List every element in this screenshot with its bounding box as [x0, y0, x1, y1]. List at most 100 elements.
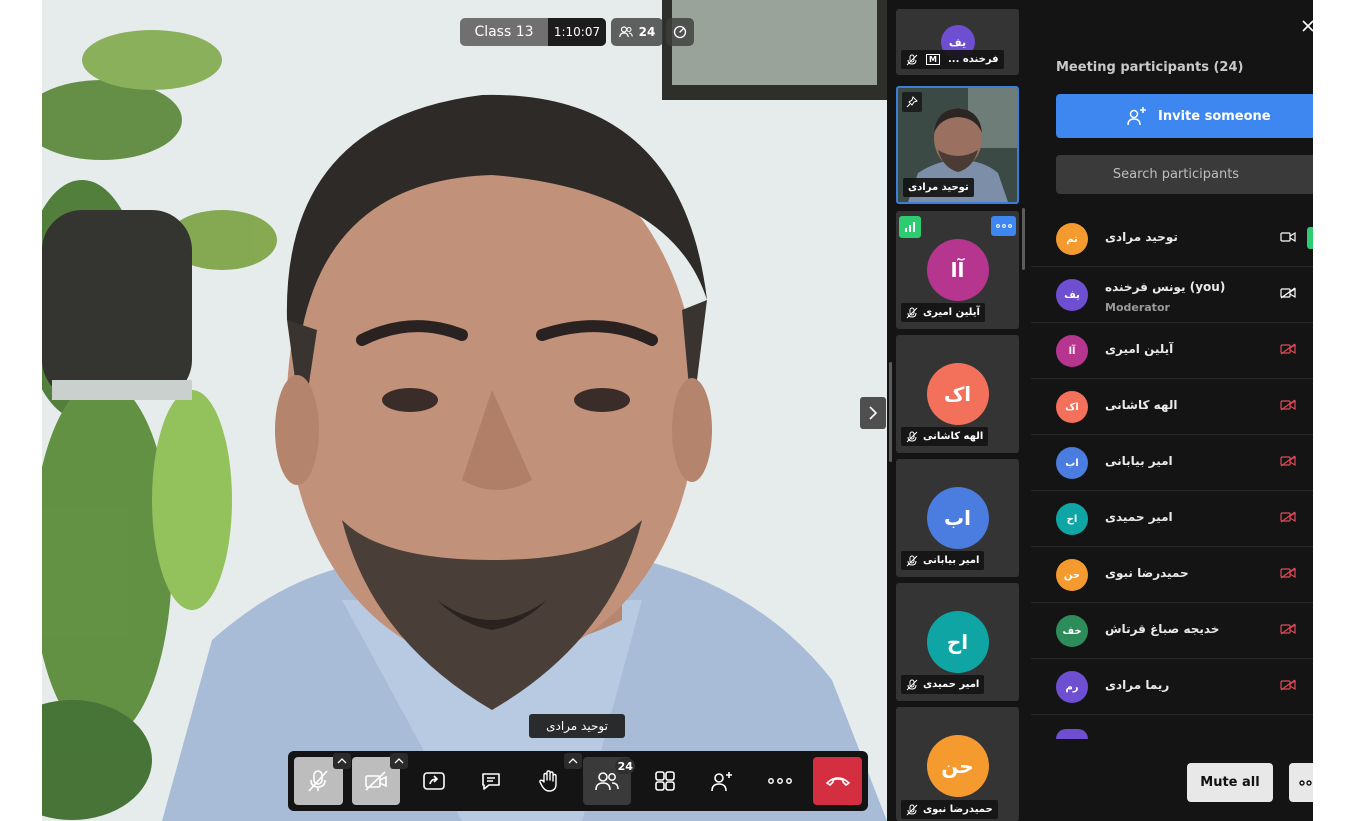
participants-icon [618, 26, 633, 38]
participant-tile-name: حمیدرضا نبوی [923, 804, 993, 815]
participant-tile[interactable]: حن حمیدرضا نبوی [896, 707, 1019, 821]
chevron-up-icon [394, 758, 404, 764]
chat-icon [482, 773, 501, 790]
leave-meeting-button[interactable] [813, 757, 863, 805]
pin-button[interactable] [902, 92, 922, 112]
camera-off-icon [1280, 623, 1296, 635]
tile-options-button[interactable] [991, 216, 1016, 236]
more-horizontal-icon [1299, 779, 1312, 786]
participant-avatar: اح [926, 611, 989, 673]
participant-avatar: رم [1056, 671, 1088, 703]
invite-someone-label: Invite someone [1158, 108, 1271, 124]
participants-button[interactable]: 24 [582, 757, 636, 805]
participant-tile-name: امیر بیابانی [923, 555, 980, 566]
participant-row[interactable]: اک الهه کاشانی [1031, 379, 1313, 435]
participant-avatar: اب [1056, 447, 1088, 479]
participant-name: آیلین امیری [1105, 342, 1174, 356]
camera-on-icon [1280, 231, 1296, 243]
close-icon [1302, 20, 1313, 32]
participant-tile[interactable]: یف M ... فرخنده [896, 9, 1019, 75]
participant-name: امیر بیابانی [1105, 454, 1173, 468]
filmstrip-scrollbar[interactable] [1022, 208, 1025, 270]
camera-off-icon [1280, 511, 1296, 523]
reactions-options-caret[interactable] [563, 753, 582, 769]
microphone-toggle-button[interactable] [294, 753, 351, 805]
participant-row[interactable]: اب امیر بیابانی [1031, 435, 1313, 491]
meeting-toolbar: 24 [288, 751, 868, 811]
participant-tile-name: امیر حمیدی [923, 679, 980, 690]
participant-row[interactable]: خف خدیجه صباغ قرتاش [1031, 603, 1313, 659]
more-actions-button[interactable] [756, 757, 805, 805]
participant-tile-name: الهه کاشانی [923, 431, 984, 442]
participant-tile-label: امیر بیابانی [901, 551, 985, 570]
participant-name: توحید مرادی [1105, 230, 1178, 244]
main-video-stage[interactable]: Class 13 1:10:07 24 توحید مرادی 24 [42, 0, 887, 821]
participant-avatar: حن [926, 735, 989, 797]
participant-row[interactable]: حن حمیدرضا نبوی [1031, 547, 1313, 603]
participant-tile-label: M ... فرخنده [901, 50, 1004, 69]
participant-tile-name: آیلین امیری [923, 307, 980, 318]
microphone-muted-icon [906, 679, 918, 690]
camera-off-icon [1280, 679, 1296, 691]
participant-name: حمیدرضا نبوی [1105, 566, 1189, 580]
speaker-video-feed [42, 0, 887, 821]
invite-people-button[interactable] [698, 757, 747, 805]
camera-off-icon [1280, 455, 1296, 467]
participant-tile[interactable]: اک الهه کاشانی [896, 335, 1019, 453]
participant-avatar: اک [926, 363, 989, 425]
participant-tile[interactable]: آا آیلین امیری [896, 211, 1019, 329]
mute-all-button[interactable]: Mute all [1187, 763, 1273, 802]
participant-name: امیر حمیدی [1105, 510, 1173, 524]
camera-off-icon [1280, 287, 1296, 299]
participant-row[interactable]: آا آیلین امیری [1031, 323, 1313, 379]
search-participants-input[interactable] [1056, 155, 1313, 194]
chevron-up-icon [337, 758, 347, 764]
participant-row[interactable]: رم ریما مرادی [1031, 659, 1313, 715]
raise-hand-button[interactable] [525, 753, 582, 805]
participant-count: 24 [638, 25, 656, 39]
participants-icon [595, 772, 619, 791]
grid-icon [654, 771, 675, 791]
microphone-options-caret[interactable] [332, 753, 351, 769]
page-margin [1313, 0, 1356, 821]
signal-bars-icon [905, 222, 915, 232]
participant-avatar: تم [1056, 223, 1088, 255]
participant-count-pill[interactable]: 24 [611, 18, 663, 46]
close-panel-button[interactable] [1301, 18, 1313, 37]
participant-tile-name: توحید مرادی [908, 182, 969, 193]
meeting-title: Class 13 [474, 24, 534, 40]
participant-tile-pinned[interactable]: توحید مرادی [896, 86, 1019, 204]
moderator-badge: M [926, 54, 940, 65]
participant-role: Moderator [1105, 301, 1170, 314]
participant-row[interactable]: تم توحید مرادی [1031, 211, 1313, 267]
participant-tile-label: امیر حمیدی [901, 675, 985, 694]
filmstrip[interactable]: یف M ... فرخنده توحید مرادی آا آیلین امی… [887, 0, 1031, 821]
share-screen-button[interactable] [409, 757, 458, 805]
participant-tile[interactable]: اب امیر بیابانی [896, 459, 1019, 577]
participant-row[interactable]: اح امیر حمیدی [1031, 491, 1313, 547]
camera-toggle-button[interactable] [351, 753, 409, 805]
participant-name: یونس فرخنده (you) [1105, 280, 1226, 294]
participant-avatar: یف [1056, 279, 1088, 311]
participant-name: الهه کاشانی [1105, 398, 1178, 412]
invite-someone-button[interactable]: Invite someone [1056, 94, 1313, 138]
microphone-muted-icon [906, 804, 918, 815]
connection-indicator[interactable] [899, 216, 921, 238]
camera-off-icon [1280, 399, 1296, 411]
toggle-filmstrip-button[interactable] [860, 397, 886, 429]
participant-tile[interactable]: اح امیر حمیدی [896, 583, 1019, 701]
camera-options-caret[interactable] [390, 753, 409, 769]
participant-row[interactable]: یف یونس فرخنده (you) Moderator [1031, 267, 1313, 323]
tile-view-button[interactable] [640, 757, 689, 805]
microphone-muted-icon [906, 555, 918, 566]
panel-more-button[interactable] [1289, 763, 1313, 802]
microphone-muted-icon [906, 307, 918, 318]
filmstrip-resize-handle[interactable] [889, 362, 892, 462]
participant-tile-name: ... فرخنده [947, 54, 999, 65]
participant-tile-label: حمیدرضا نبوی [901, 800, 998, 819]
performance-button[interactable] [666, 18, 694, 46]
participant-avatar: خف [1056, 615, 1088, 647]
chat-button[interactable] [467, 757, 516, 805]
speaker-name-label: توحید مرادی [529, 714, 625, 738]
pin-icon [906, 96, 918, 108]
